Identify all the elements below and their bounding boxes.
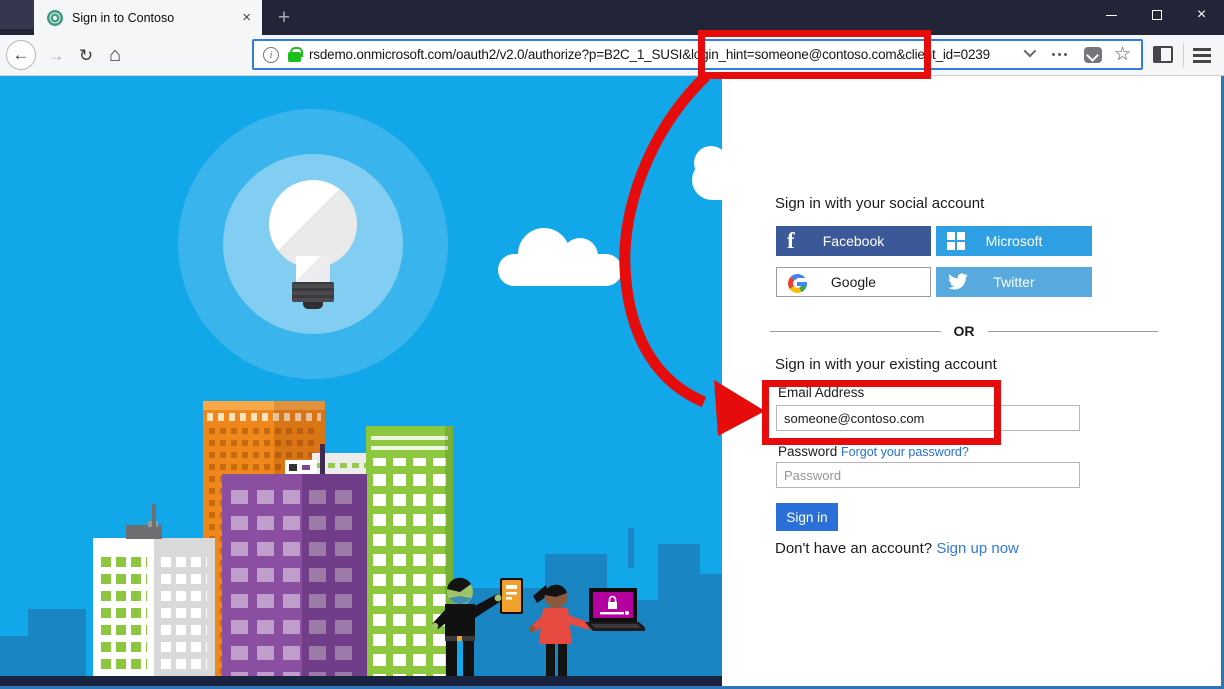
microsoft-label: Microsoft [986,233,1043,249]
tab-close-icon[interactable]: × [242,10,251,25]
forward-button[interactable]: → [44,46,68,66]
or-label: OR [954,323,975,339]
browser-window: Sign in to Contoso × + × ← → ↻ ⌂ i rsdem… [0,0,1224,689]
url-bar[interactable]: i rsdemo.onmicrosoft.com/oauth2/v2.0/aut… [252,39,1143,70]
hero-illustration [0,76,722,686]
navigation-toolbar: ← → ↻ ⌂ i rsdemo.onmicrosoft.com/oauth2/… [0,35,1224,76]
forgot-password-link[interactable]: Forgot your password? [841,445,969,459]
back-button[interactable]: ← [6,40,36,70]
twitter-label: Twitter [993,274,1034,290]
google-label: Google [831,274,876,290]
microsoft-icon [947,226,965,256]
microsoft-button[interactable]: Microsoft [936,226,1092,256]
laptop [585,588,645,631]
google-icon [788,268,807,298]
toolbar-divider [1183,43,1184,67]
url-login-hint-param: &login_hint=someone@contoso.com [682,47,896,62]
sidebar-icon[interactable] [1153,46,1173,63]
social-heading: Sign in with your social account [775,195,984,212]
contoso-favicon-icon [47,10,63,26]
url-prefix: rsdemo.onmicrosoft.com/oauth2/v2.0/autho… [309,47,682,62]
or-divider: OR [770,323,1158,339]
close-window-button[interactable]: × [1179,0,1224,30]
facebook-label: Facebook [823,233,884,249]
home-button[interactable]: ⌂ [102,43,128,67]
password-field[interactable] [776,462,1080,488]
facebook-button[interactable]: f Facebook [776,226,931,256]
google-button[interactable]: Google [776,267,931,297]
url-text[interactable]: rsdemo.onmicrosoft.com/oauth2/v2.0/autho… [309,47,1018,62]
pocket-icon[interactable] [1084,47,1102,63]
email-label: Email Address [778,385,864,400]
ground-strip [0,676,722,686]
maximize-button[interactable] [1134,0,1179,30]
minimize-icon [1106,15,1117,16]
people-illustration [405,572,645,686]
reload-button[interactable]: ↻ [74,45,98,66]
titlebar-corner [0,0,34,29]
signup-row: Don't have an account? Sign up now [775,540,1019,557]
info-icon[interactable]: i [263,47,279,63]
page-content: Sign in with your social account f Faceb… [0,76,1224,686]
bookmark-star-icon[interactable]: ☆ [1114,45,1131,64]
man-figure [432,578,523,681]
page-actions-icon[interactable] [1052,53,1067,56]
white-building [93,538,215,686]
purple-building [222,474,367,686]
lightbulb-icon [269,180,357,268]
browser-tab[interactable]: Sign in to Contoso × [34,0,262,35]
titlebar: Sign in to Contoso × + × [0,0,1224,35]
window-controls: × [1089,0,1224,30]
woman-figure [529,585,645,681]
twitter-button[interactable]: Twitter [936,267,1092,297]
email-field[interactable] [776,405,1080,431]
new-tab-button[interactable]: + [268,0,300,35]
menu-icon[interactable] [1193,48,1211,51]
existing-account-heading: Sign in with your existing account [775,356,997,373]
password-label: Password [778,444,837,459]
maximize-icon [1152,10,1162,20]
cloud [498,254,622,286]
lock-icon [288,52,301,62]
minimize-button[interactable] [1089,0,1134,30]
signin-panel: Sign in with your social account f Faceb… [722,76,1221,686]
facebook-icon: f [787,226,795,256]
sign-in-button[interactable]: Sign in [776,503,838,531]
twitter-icon [947,267,969,297]
signup-text: Don't have an account? [775,540,932,557]
sign-up-now-link[interactable]: Sign up now [936,540,1019,557]
cloud-small [692,160,722,200]
tab-title: Sign in to Contoso [72,11,242,25]
url-suffix: &client_id=0239 [896,47,989,62]
url-dropdown-icon[interactable] [1024,45,1037,58]
